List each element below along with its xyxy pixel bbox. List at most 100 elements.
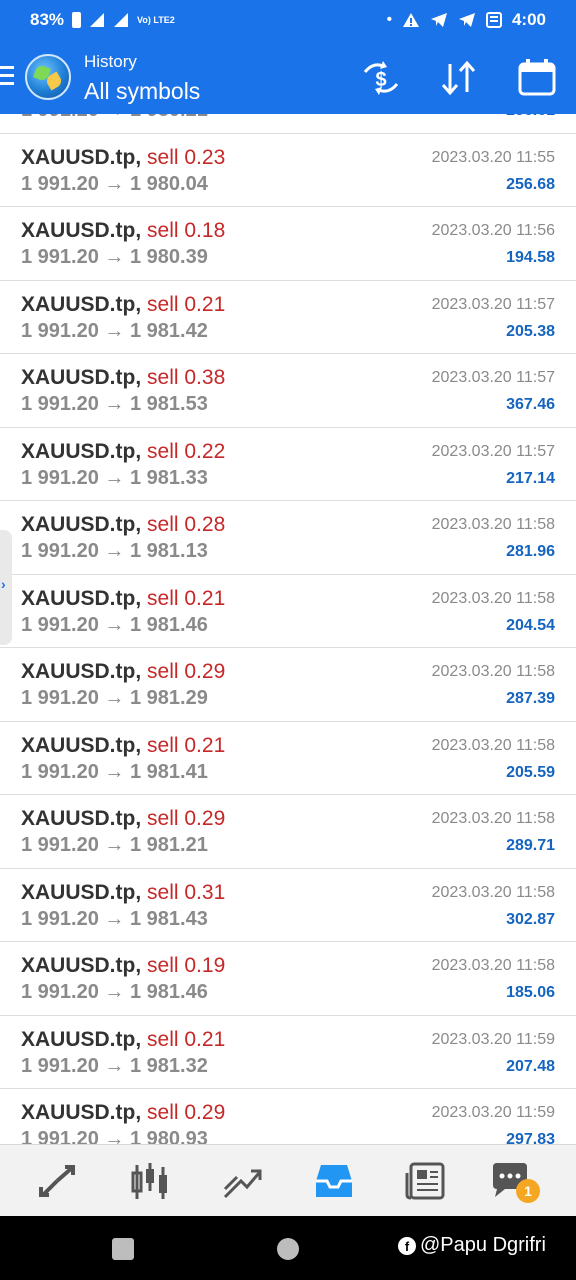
telegram-icon xyxy=(430,13,447,27)
deal-volume: 0.21 xyxy=(184,586,226,610)
chart-icon[interactable] xyxy=(127,1159,173,1203)
deal-row[interactable]: XAUUSD.tp, sell 0.29 1 991.20 → 1 980.93 2… xyxy=(0,1089,576,1144)
deal-side: sell xyxy=(147,954,179,977)
currency-exchange-icon[interactable]: $ xyxy=(359,58,403,98)
deal-side: sell xyxy=(147,1027,179,1051)
deal-row[interactable]: XAUUSD.tp, sell 0.231 991.20 → 1 980.212… xyxy=(0,114,576,134)
deal-volume: 0.29 xyxy=(184,807,226,830)
history-rows: XAUUSD.tp, sell 0.23 1 991.20 → 1 980.21 2… xyxy=(0,114,576,1144)
deal-symbol: XAUUSD.tp, xyxy=(21,880,142,904)
deal-row[interactable]: XAUUSD.tp, sell 0.38 1 991.20 → 1 981.53 2… xyxy=(0,354,576,428)
deal-symbol: XAUUSD.tp, xyxy=(21,660,142,683)
deal-profit: 205.38 xyxy=(506,322,555,340)
deal-symbol-line: XAUUSD.tp, sell 0.19 xyxy=(21,954,225,978)
deal-time: 2023.03.20 11:58 xyxy=(431,736,555,754)
deal-row[interactable]: XAUUSD.tp, sell 0.23 1 991.20 → 1 980.04 2… xyxy=(0,134,576,207)
chat-badge: 1 xyxy=(516,1179,540,1203)
deal-time: 2023.03.20 11:58 xyxy=(431,663,555,680)
trade-icon[interactable] xyxy=(219,1159,265,1203)
deal-time: 2023.03.20 11:58 xyxy=(431,957,555,974)
deal-symbol-line: XAUUSD.tp, sell 0.21 xyxy=(21,293,225,317)
quotes-icon[interactable] xyxy=(35,1159,81,1203)
signal-icon-2 xyxy=(114,13,129,27)
svg-text:$: $ xyxy=(375,69,386,91)
battery-icon xyxy=(72,12,82,28)
deal-symbol: XAUUSD.tp, xyxy=(21,145,142,169)
deal-prices: 1 991.20 → 1 980.04 xyxy=(21,172,208,195)
deal-side: sell xyxy=(147,586,179,610)
deal-row[interactable]: XAUUSD.tp, sell 0.18 1 991.20 → 1 980.39 2… xyxy=(0,207,576,281)
app-bar: History All symbols $ xyxy=(0,40,576,114)
deal-profit: 367.46 xyxy=(506,396,555,413)
deal-symbol-line: XAUUSD.tp, sell 0.28 xyxy=(21,513,225,537)
history-icon[interactable] xyxy=(311,1159,357,1203)
deal-symbol-line: XAUUSD.tp, sell 0.29 xyxy=(21,660,225,684)
notification-dot-icon: • xyxy=(386,11,392,28)
deal-volume: 0.28 xyxy=(184,513,226,536)
deal-profit: 281.96 xyxy=(506,543,555,560)
deal-time: 2023.03.20 11:58 xyxy=(431,516,555,533)
deal-row[interactable]: XAUUSD.tp, sell 0.28 1 991.20 → 1 981.13 2… xyxy=(0,501,576,575)
deal-row[interactable]: XAUUSD.tp, sell 0.19 1 991.20 → 1 981.46 2… xyxy=(0,942,576,1016)
deal-prices: 1 991.20 → 1 981.33 xyxy=(21,466,208,489)
deal-row[interactable]: XAUUSD.tp, sell 0.21 1 991.20 → 1 981.46 2… xyxy=(0,575,576,648)
deal-symbol-line: XAUUSD.tp, sell 0.18 xyxy=(21,219,225,243)
deal-volume: 0.31 xyxy=(184,880,226,904)
deal-time: 2023.03.20 11:57 xyxy=(431,295,555,313)
deal-volume: 0.21 xyxy=(184,1027,226,1051)
facebook-icon: f xyxy=(398,1236,416,1255)
deal-side: sell xyxy=(147,733,179,757)
warning-icon xyxy=(402,13,419,27)
page-title[interactable]: All symbols xyxy=(84,78,200,105)
deal-side: sell xyxy=(147,366,179,389)
deal-prices: 1 991.20 → 1 980.39 xyxy=(21,246,208,268)
deal-symbol: XAUUSD.tp, xyxy=(21,292,142,316)
app-logo xyxy=(25,54,71,100)
deal-profit: 297.83 xyxy=(506,1131,555,1144)
deal-profit: 217.14 xyxy=(506,469,555,487)
deal-row[interactable]: XAUUSD.tp, sell 0.29 1 991.20 → 1 981.29 2… xyxy=(0,648,576,722)
deal-row[interactable]: XAUUSD.tp, sell 0.21 1 991.20 → 1 981.32 2… xyxy=(0,1016,576,1089)
deal-row[interactable]: XAUUSD.tp, sell 0.21 1 991.20 → 1 981.42 2… xyxy=(0,281,576,354)
volte-icon: Vo) LTE2 xyxy=(137,14,175,25)
news-icon[interactable] xyxy=(403,1159,449,1203)
deal-side: sell xyxy=(147,219,179,242)
deal-side: sell xyxy=(147,145,179,169)
deal-prices: 1 991.20 → 1 981.46 xyxy=(21,981,208,1003)
bottom-nav: 1 xyxy=(0,1144,576,1216)
deal-profit: 204.54 xyxy=(506,616,555,634)
telegram-icon-2 xyxy=(458,13,475,27)
deal-prices: 1 991.20 → 1 981.13 xyxy=(21,540,208,562)
deal-prices: 1 991.20 → 1 981.29 xyxy=(21,687,208,709)
menu-icon[interactable] xyxy=(0,66,14,88)
deal-side: sell xyxy=(147,292,179,316)
deal-profit: 289.71 xyxy=(506,837,555,854)
history-list[interactable]: XAUUSD.tp, sell 0.23 1 991.20 → 1 980.21 2… xyxy=(0,114,576,1144)
deal-symbol: XAUUSD.tp, xyxy=(21,733,142,757)
deal-volume: 0.18 xyxy=(184,219,226,242)
deal-symbol-line: XAUUSD.tp, sell 0.23 xyxy=(21,146,225,170)
deal-time: 2023.03.20 11:56 xyxy=(431,222,555,239)
deal-prices: 1 991.20 → 1 981.32 xyxy=(21,1054,208,1077)
deal-profit: 256.61 xyxy=(506,114,555,120)
deal-time: 2023.03.20 11:59 xyxy=(431,1104,555,1121)
deal-prices: 1 991.20 → 1 981.21 xyxy=(21,834,208,856)
deal-prices: 1 991.20 → 1 981.41 xyxy=(21,760,208,783)
deal-time: 2023.03.20 11:58 xyxy=(431,589,555,607)
deal-symbol-line: XAUUSD.tp, sell 0.29 xyxy=(21,807,225,831)
home-button[interactable] xyxy=(277,1238,299,1260)
deal-profit: 205.59 xyxy=(506,763,555,781)
deal-row[interactable]: XAUUSD.tp, sell 0.29 1 991.20 → 1 981.21 2… xyxy=(0,795,576,869)
deal-row[interactable]: XAUUSD.tp, sell 0.31 1 991.20 → 1 981.43 2… xyxy=(0,869,576,942)
calendar-icon[interactable] xyxy=(515,58,559,98)
deal-prices: 1 991.20 → 1 981.42 xyxy=(21,319,208,342)
deal-side: sell xyxy=(147,439,179,463)
deal-row[interactable]: XAUUSD.tp, sell 0.22 1 991.20 → 1 981.33 2… xyxy=(0,428,576,501)
recents-button[interactable] xyxy=(112,1238,134,1260)
battery-percent: 83% xyxy=(30,10,65,29)
sort-icon[interactable] xyxy=(437,58,481,98)
side-panel-handle[interactable]: › xyxy=(0,530,12,645)
deal-symbol-line: XAUUSD.tp, sell 0.21 xyxy=(21,734,225,758)
deal-side: sell xyxy=(147,513,179,536)
deal-row[interactable]: XAUUSD.tp, sell 0.21 1 991.20 → 1 981.41 2… xyxy=(0,722,576,795)
